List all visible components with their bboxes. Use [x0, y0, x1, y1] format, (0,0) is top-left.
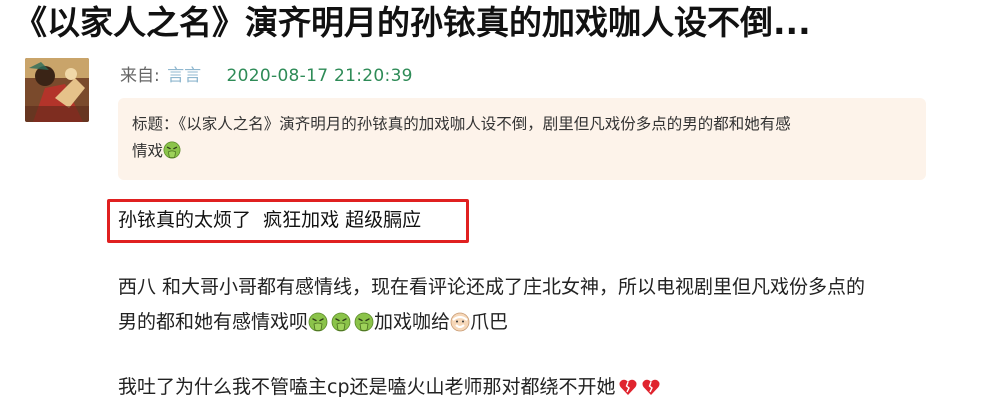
- quoted-title-box: 标题：《以家人之名》演齐明月的孙铱真的加戏咖人设不倒，剧里但凡戏份多点的男的都和…: [118, 98, 926, 180]
- paragraph-1-line-2-start: 男的都和她有感情戏呗: [118, 311, 309, 333]
- post-meta: 来自: 言言 2020-08-17 21:20:39: [120, 64, 413, 88]
- vomiting-face-icon: [331, 312, 351, 332]
- paragraph-1-line-2: 男的都和她有感情戏呗 加戏咖给 爪巴: [118, 305, 865, 340]
- broken-heart-icon: [618, 379, 637, 395]
- from-label: 来自:: [120, 66, 160, 86]
- paragraph-1-line-2-mid: 加戏咖给: [374, 311, 451, 333]
- avatar[interactable]: [25, 58, 89, 122]
- old-man-face-icon: [450, 312, 470, 332]
- quote-line-2-text: 情戏: [132, 142, 164, 160]
- vomiting-face-icon: [354, 312, 374, 332]
- quote-line-1: 标题：《以家人之名》演齐明月的孙铱真的加戏咖人设不倒，剧里但凡戏份多点的男的都和…: [132, 115, 791, 133]
- paragraph-1-line-2-end: 爪巴: [470, 311, 509, 333]
- vomiting-face-icon: [308, 312, 328, 332]
- paragraph-1: 西八 和大哥小哥都有感情线，现在看评论还成了庄北女神，所以电视剧里但凡戏份多点的…: [118, 270, 865, 340]
- broken-heart-icon: [641, 379, 660, 395]
- paragraph-2: 我吐了为什么我不管嗑主cp还是嗑火山老师那对都绕不开她: [118, 370, 661, 405]
- paragraph-1-line-1: 西八 和大哥小哥都有感情线，现在看评论还成了庄北女神，所以电视剧里但凡戏份多点的: [118, 276, 866, 298]
- highlighted-text: 孙铱真的太烦了 疯狂加戏 超级膈应: [118, 209, 422, 231]
- post-page: 《以家人之名》演齐明月的孙铱真的加戏咖人设不倒... 来自: 言言 2020-0…: [0, 0, 1000, 419]
- vomiting-face-icon: [163, 141, 181, 159]
- paragraph-2-text: 我吐了为什么我不管嗑主cp还是嗑火山老师那对都绕不开她: [118, 376, 616, 398]
- author-link[interactable]: 言言: [167, 66, 201, 86]
- quote-line-2: 情戏: [132, 138, 912, 165]
- post-title[interactable]: 《以家人之名》演齐明月的孙铱真的加戏咖人设不倒...: [14, 0, 994, 46]
- post-timestamp: 2020-08-17 21:20:39: [226, 66, 413, 86]
